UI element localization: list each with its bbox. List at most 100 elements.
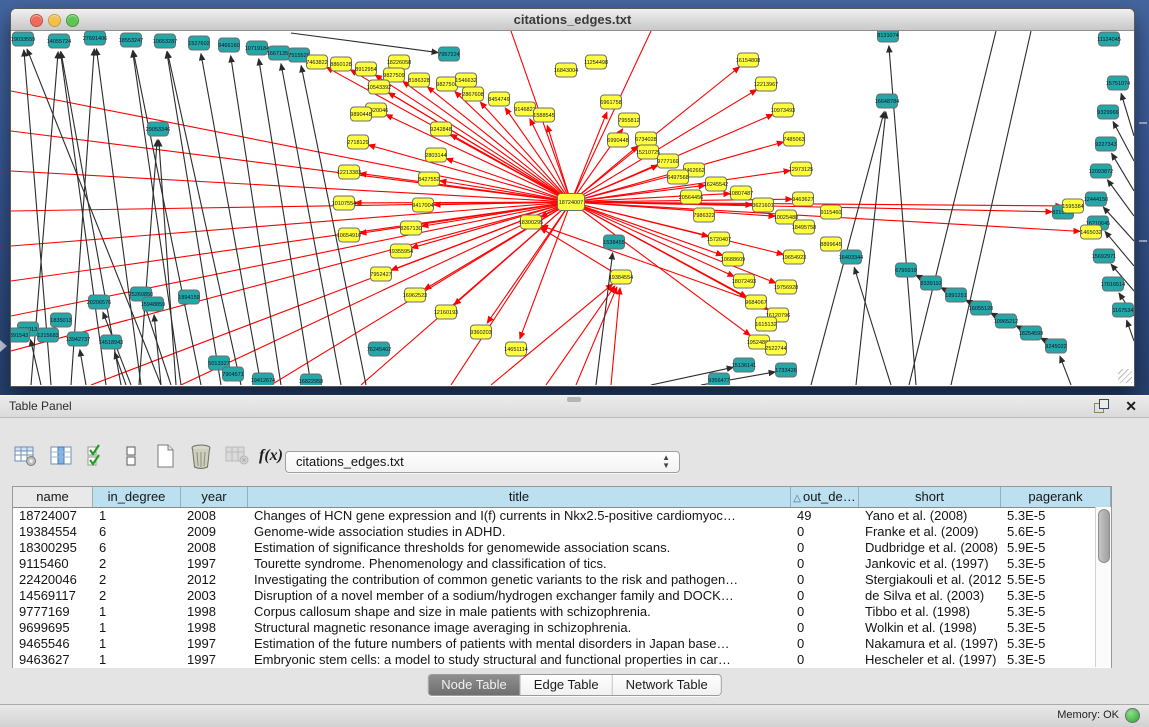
close-panel-icon[interactable]: ✕ — [1125, 398, 1137, 415]
left-panel-collapse-arrow[interactable] — [0, 340, 7, 352]
cell-in-degree: 1 — [93, 604, 181, 620]
citation-edge-red[interactable] — [11, 202, 571, 211]
table-body: 1872400712008Changes of HCN gene express… — [13, 508, 1111, 668]
network-window-titlebar[interactable]: citations_edges.txt — [11, 9, 1134, 31]
graph-node-label: 29053346 — [146, 127, 170, 133]
graph-node-label: 5013327 — [208, 361, 229, 367]
citation-edge-red[interactable] — [571, 202, 750, 335]
scrollbar-thumb[interactable] — [1098, 509, 1110, 563]
citation-network-graph[interactable]: 1903355914055724276914061855324710653287… — [11, 31, 1134, 385]
graph-node-label: 19355954 — [389, 249, 413, 255]
graph-node-label: 9417004 — [412, 203, 433, 209]
cell-name: 19384554 — [13, 524, 93, 540]
table-select-combobox[interactable]: citations_edges.txt ▲▼ — [285, 451, 680, 473]
network-canvas[interactable]: 1903355914055724276914061855324710653287… — [11, 31, 1134, 385]
table-row[interactable]: 977716911998Corpus callosum shape and si… — [13, 604, 1111, 620]
citation-edge-red[interactable] — [91, 202, 571, 385]
table-row[interactable]: 911546021997Tourette syndrome. Phenomeno… — [13, 556, 1111, 572]
table-row[interactable]: 969969511998Structural magnetic resonanc… — [13, 620, 1111, 636]
column-header-out-de-[interactable]: △out_de… — [791, 487, 859, 507]
citation-edge-red[interactable] — [11, 91, 571, 202]
citation-edge[interactable] — [1112, 153, 1134, 191]
citation-edge[interactable] — [159, 140, 176, 385]
table-row[interactable]: 1830029562008Estimation of significance … — [13, 540, 1111, 556]
table-row[interactable]: 946362711997Embryonic stem cells: a mode… — [13, 652, 1111, 668]
cell-out-de-: 0 — [791, 540, 859, 556]
citation-edge[interactable] — [133, 51, 181, 385]
vertical-scrollbar[interactable] — [1095, 507, 1111, 667]
citation-edge[interactable] — [167, 52, 241, 385]
cell-title: Structural magnetic resonance image aver… — [248, 620, 791, 636]
column-header-short[interactable]: short — [859, 487, 1001, 507]
import-table-disabled-icon — [222, 441, 252, 471]
graph-node-label: 1527602 — [188, 41, 209, 47]
citation-edge-red[interactable] — [611, 288, 620, 385]
citation-edge[interactable] — [909, 31, 996, 385]
float-panel-icon[interactable] — [1094, 399, 1109, 413]
tab-node-table[interactable]: Node Table — [428, 675, 521, 695]
citation-edge-red[interactable] — [571, 90, 757, 202]
graph-node-label: 1835013 — [50, 318, 71, 324]
graph-node-label: 7957224 — [438, 52, 459, 58]
window-resize-grip[interactable] — [1118, 369, 1132, 383]
new-table-icon[interactable] — [150, 441, 180, 471]
table-row[interactable]: 946554611997Estimation of the future num… — [13, 636, 1111, 652]
column-header-title[interactable]: title — [248, 487, 791, 507]
cell-short: Hescheler et al. (1997) — [859, 652, 1001, 668]
citation-edge[interactable] — [231, 56, 281, 385]
column-header-in-degree[interactable]: in_degree — [93, 487, 181, 507]
citation-edge[interactable] — [167, 52, 221, 385]
cell-short: Yano et al. (2008) — [859, 508, 1001, 524]
panel-drag-handle[interactable] — [567, 397, 581, 402]
graph-node-label: 14055724 — [47, 39, 71, 45]
tab-edge-table[interactable]: Edge Table — [521, 675, 613, 695]
citation-edge[interactable] — [133, 51, 201, 385]
graph-node-label: 10719184 — [245, 46, 269, 52]
graph-node-label: 6961758 — [600, 100, 621, 106]
select-rows-icon[interactable] — [82, 441, 112, 471]
graph-node-label: 2867608 — [462, 92, 483, 98]
graph-node-label: 2522744 — [765, 346, 786, 352]
row-height-icon[interactable] — [116, 441, 146, 471]
graph-node-label: 11124045 — [1097, 37, 1121, 43]
table-row[interactable]: 1456911722003Disruption of a novel membe… — [13, 588, 1111, 604]
citation-edge[interactable] — [201, 54, 261, 385]
table-options-icon[interactable] — [10, 441, 40, 471]
graph-node-label: 18226058 — [387, 60, 411, 66]
function-builder-icon[interactable]: f(x) — [256, 441, 286, 471]
column-header-pagerank[interactable]: pagerank — [1001, 487, 1111, 507]
citation-edge[interactable] — [1121, 94, 1134, 136]
citation-edge[interactable] — [80, 350, 86, 385]
cell-title: Changes of HCN gene expression and I(f) … — [248, 508, 791, 524]
citation-edge[interactable] — [856, 112, 886, 385]
graph-node-label: 14518943 — [99, 340, 123, 346]
tab-network-table[interactable]: Network Table — [613, 675, 721, 695]
column-header-year[interactable]: year — [181, 487, 248, 507]
graph-node-label: 1546632 — [455, 78, 476, 84]
delete-table-icon[interactable] — [186, 441, 216, 471]
citation-edge[interactable] — [1060, 356, 1071, 385]
column-header-name[interactable]: name — [13, 487, 93, 507]
graph-node-label: 1588545 — [533, 113, 554, 119]
graph-node-label: 10973493 — [771, 108, 795, 114]
citation-edge-red[interactable] — [576, 287, 617, 385]
citation-edge[interactable] — [144, 304, 171, 385]
citation-edge[interactable] — [1127, 320, 1134, 341]
graph-node-label: 10653287 — [153, 39, 177, 45]
citation-edge-red[interactable] — [546, 286, 615, 385]
cell-name: 14569117 — [13, 588, 93, 604]
table-toolbar: f(x) citations_edges.txt ▲▼ — [0, 439, 1149, 475]
graph-node-label: 18724007 — [559, 200, 583, 206]
table-row[interactable]: 1938455462009Genome-wide association stu… — [13, 524, 1111, 540]
show-columns-icon[interactable] — [46, 441, 76, 471]
citation-edge-red[interactable] — [11, 171, 571, 202]
graph-node-label: 9115460 — [820, 210, 841, 216]
node-attribute-table: namein_degreeyeartitle△out_de…shortpager… — [12, 486, 1112, 668]
table-row[interactable]: 1872400712008Changes of HCN gene express… — [13, 508, 1111, 524]
graph-node-label: 1891251 — [945, 293, 966, 299]
citation-edge[interactable] — [291, 33, 438, 53]
citation-edge-red[interactable] — [491, 284, 613, 385]
table-row[interactable]: 2242004622012Investigating the contribut… — [13, 572, 1111, 588]
graph-node-label: 12444150 — [1084, 197, 1108, 203]
citation-edge[interactable] — [854, 267, 891, 385]
